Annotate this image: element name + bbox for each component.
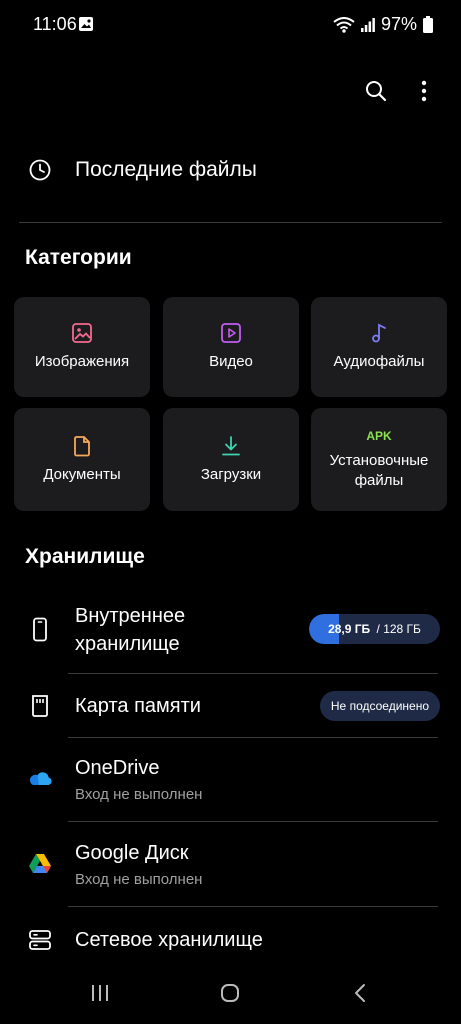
- signal-icon: [360, 17, 375, 32]
- divider: [68, 821, 438, 822]
- server-icon: [28, 928, 52, 957]
- phone-icon: [28, 617, 52, 648]
- status-time: 11:06: [33, 14, 77, 34]
- divider: [68, 737, 438, 738]
- google-drive-title: Google Диск: [75, 842, 189, 864]
- network-storage-title: Сетевое хранилище: [75, 929, 263, 951]
- recent-files-row[interactable]: Последние файлы: [0, 140, 461, 202]
- internal-storage-title: Внутреннее хранилище: [75, 602, 185, 658]
- storage-usage-pill: 28,9 ГБ / 128 ГБ: [309, 614, 440, 644]
- memory-card-title: Карта памяти: [75, 695, 201, 717]
- storage-usage-text: 28,9 ГБ / 128 ГБ: [309, 614, 440, 644]
- onedrive-icon: [28, 769, 52, 792]
- recent-files-label: Последние файлы: [75, 158, 257, 181]
- divider: [19, 222, 442, 223]
- home-button[interactable]: [210, 978, 250, 1008]
- recents-icon: [92, 985, 108, 1001]
- category-label: Загрузки: [200, 465, 262, 483]
- divider: [68, 906, 438, 907]
- divider: [68, 673, 438, 674]
- memory-card-status: Не подсоединено: [319, 691, 440, 721]
- storage-used: 28,9 ГБ: [328, 622, 371, 636]
- category-documents[interactable]: Документы: [14, 408, 150, 511]
- apk-icon: APK: [366, 428, 392, 443]
- network-storage-row[interactable]: Сетевое хранилище: [0, 910, 461, 970]
- google-drive-row[interactable]: Google Диск Вход не выполнен: [0, 825, 461, 905]
- search-button[interactable]: [361, 76, 391, 106]
- category-installation-files[interactable]: APK Установочные файлы: [311, 408, 447, 511]
- toolbar: [361, 76, 439, 106]
- battery-percent: 97%: [380, 14, 417, 34]
- back-icon: [355, 984, 365, 1002]
- back-button[interactable]: [340, 978, 380, 1008]
- onedrive-subtitle: Вход не выполнен: [75, 786, 203, 803]
- internal-storage-line2: хранилище: [75, 633, 180, 655]
- google-drive-subtitle: Вход не выполнен: [75, 871, 203, 888]
- image-icon: [72, 323, 92, 343]
- status-bar: 11:06 97%: [0, 0, 461, 52]
- wifi-icon: [333, 16, 355, 33]
- storage-total: / 128 ГБ: [373, 622, 421, 636]
- home-icon: [221, 984, 239, 1002]
- storage-title: Хранилище: [25, 545, 145, 568]
- clock-icon: [28, 158, 52, 187]
- video-icon: [221, 323, 241, 343]
- category-images[interactable]: Изображения: [14, 297, 150, 397]
- search-icon: [366, 81, 387, 102]
- download-icon: [222, 435, 240, 455]
- category-label: Изображения: [34, 353, 130, 370]
- category-label-line2: файлы: [354, 471, 404, 489]
- google-drive-icon: [28, 853, 52, 880]
- category-label: Видео: [209, 353, 253, 370]
- battery-icon: [423, 16, 433, 33]
- category-video[interactable]: Видео: [163, 297, 299, 397]
- document-icon: [74, 435, 90, 456]
- category-label-line1: Установочные: [329, 451, 429, 469]
- sd-card-icon: [28, 693, 52, 724]
- category-audio[interactable]: Аудиофайлы: [311, 297, 447, 397]
- categories-title: Категории: [25, 246, 132, 269]
- recents-button[interactable]: [80, 978, 120, 1008]
- gallery-notification-icon: [78, 16, 94, 32]
- more-options-button[interactable]: [409, 76, 439, 106]
- music-note-icon: [372, 323, 386, 343]
- more-vertical-icon: [421, 80, 427, 102]
- onedrive-row[interactable]: OneDrive Вход не выполнен: [0, 740, 461, 820]
- navigation-bar: [0, 964, 461, 1024]
- internal-storage-line1: Внутреннее: [75, 605, 186, 627]
- category-downloads[interactable]: Загрузки: [163, 408, 299, 511]
- category-label: Документы: [43, 465, 121, 483]
- onedrive-title: OneDrive: [75, 757, 160, 779]
- category-label: Установочные файлы: [330, 451, 429, 491]
- category-label: Аудиофайлы: [333, 353, 425, 370]
